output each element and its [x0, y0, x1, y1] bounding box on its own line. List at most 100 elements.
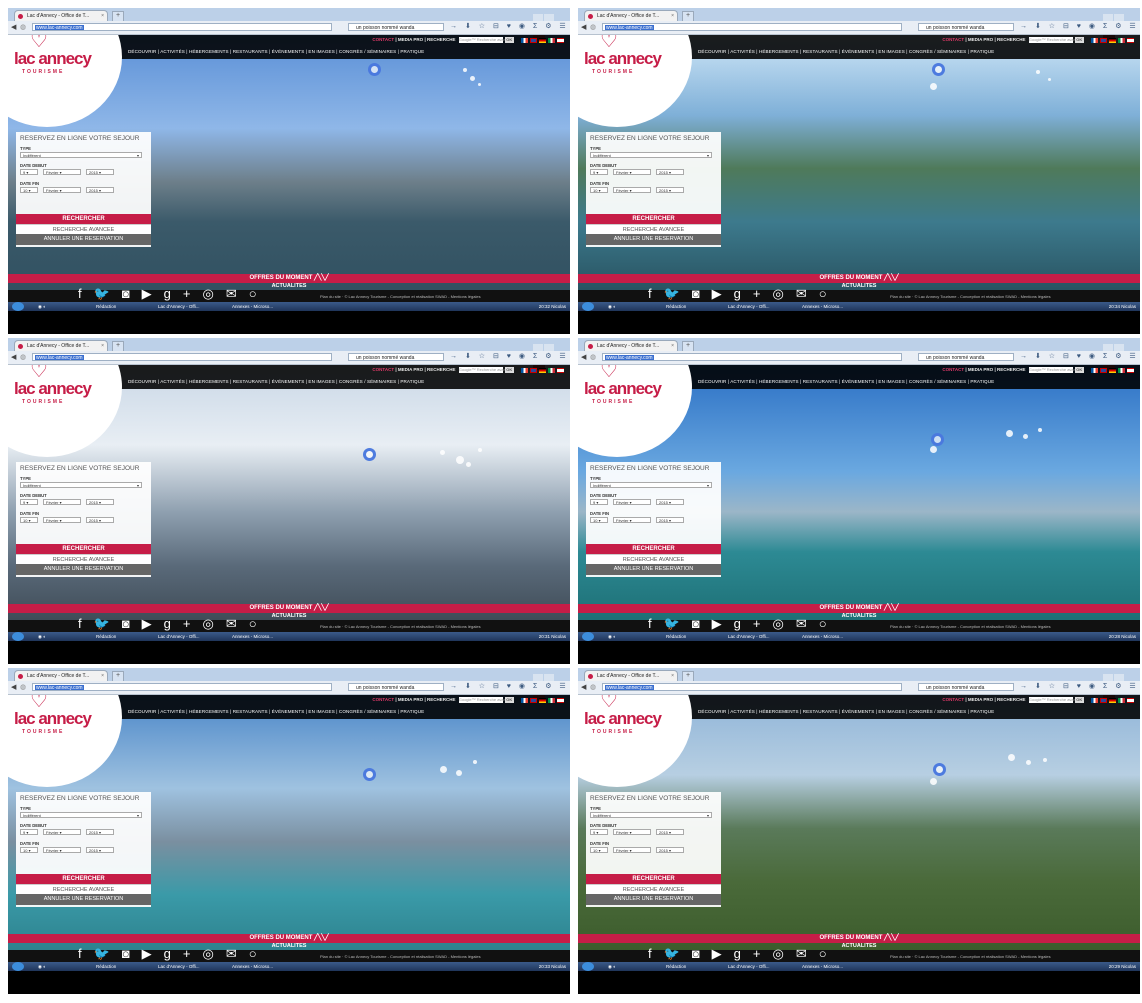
taskbar-item-annexes[interactable]: Annexes - Microso...	[802, 963, 843, 970]
weibo-icon[interactable]: ◎	[203, 286, 226, 301]
twitter-icon[interactable]: 🐦	[664, 946, 692, 961]
google-search-input[interactable]: Google™ Recherche avancé	[1028, 697, 1080, 703]
url-bar[interactable]: www.lac-annecy.com	[32, 683, 332, 691]
mail-icon[interactable]: ✉	[796, 286, 819, 301]
search-button[interactable]: RECHERCHER	[16, 874, 151, 884]
url-bar[interactable]: www.lac-annecy.com	[602, 353, 902, 361]
google-search-input[interactable]: Google™ Recherche avancé	[458, 697, 510, 703]
flag-fr-icon[interactable]	[1091, 37, 1098, 43]
ok-button[interactable]: OK	[1074, 37, 1084, 43]
logo[interactable]: ♡ lac annecy TOURISME	[8, 695, 122, 787]
search-box[interactable]: un poisson nommé wanda	[918, 353, 1014, 361]
googleplus-icon[interactable]: g+	[734, 286, 773, 301]
search-button[interactable]: RECHERCHER	[586, 214, 721, 224]
search-link[interactable]: RECHERCHE	[997, 37, 1026, 42]
start-button[interactable]	[582, 632, 594, 641]
weibo-icon[interactable]: ◎	[203, 946, 226, 961]
flag-fr-icon[interactable]	[521, 37, 528, 43]
back-icon[interactable]: ◀	[11, 683, 16, 691]
contact-link[interactable]: CONTACT	[372, 697, 394, 702]
twitter-icon[interactable]: 🐦	[94, 286, 122, 301]
search-box[interactable]: un poisson nommé wanda	[918, 23, 1014, 31]
end-year-select[interactable]: 2015 ▾	[86, 187, 114, 193]
cancel-reservation-button[interactable]: ANNULER UNE RESERVATION	[16, 564, 151, 575]
cancel-reservation-button[interactable]: ANNULER UNE RESERVATION	[586, 894, 721, 905]
close-tab-icon[interactable]: ×	[101, 671, 104, 681]
start-button[interactable]	[582, 302, 594, 311]
taskbar-item-annexes[interactable]: Annexes - Microso...	[802, 633, 843, 640]
logo[interactable]: ♡ lac annecy TOURISME	[578, 35, 692, 127]
identity-icon[interactable]: ◍	[20, 23, 26, 31]
mail-icon[interactable]: ✉	[226, 946, 249, 961]
search-button[interactable]: RECHERCHER	[586, 544, 721, 554]
youtube-icon[interactable]: ▶	[142, 616, 164, 631]
taskbar-item-redaction[interactable]: Rédaction	[666, 303, 686, 310]
google-search-input[interactable]: Google™ Recherche avancé	[458, 367, 510, 373]
end-month-select[interactable]: Février ▾	[613, 187, 651, 193]
taskbar-item-browser[interactable]: Lac d'Annecy - Offi...	[728, 633, 770, 640]
flag-other-icon[interactable]	[1127, 37, 1134, 43]
start-year-select[interactable]: 2015 ▾	[656, 169, 684, 175]
youtube-icon[interactable]: ▶	[712, 946, 734, 961]
back-icon[interactable]: ◀	[11, 353, 16, 361]
facebook-icon[interactable]: f	[78, 946, 94, 961]
google-search-input[interactable]: Google™ Recherche avancé	[1028, 367, 1080, 373]
ok-button[interactable]: OK	[504, 697, 514, 703]
end-day-select[interactable]: 10 ▾	[590, 517, 608, 523]
twitter-icon[interactable]: 🐦	[664, 616, 692, 631]
taskbar-icons[interactable]: ◉ ◐	[38, 633, 46, 640]
start-button[interactable]	[12, 302, 24, 311]
ok-button[interactable]: OK	[1074, 697, 1084, 703]
end-month-select[interactable]: Février ▾	[613, 847, 651, 853]
media-pro-link[interactable]: MEDIA PRO	[968, 367, 993, 372]
start-button[interactable]	[12, 962, 24, 971]
toolbar-icons[interactable]: → ⬇ ☆ ⊟ ♥ ◉ Σ ⚙ ☰	[450, 22, 569, 30]
start-month-select[interactable]: Février ▾	[43, 829, 81, 835]
search-box[interactable]: un poisson nommé wanda	[348, 23, 444, 31]
logo[interactable]: ♡ lac annecy TOURISME	[8, 35, 122, 127]
taskbar-item-redaction[interactable]: Rédaction	[96, 963, 116, 970]
search-icon[interactable]: ○	[249, 616, 269, 631]
flag-it-icon[interactable]	[548, 37, 555, 43]
start-year-select[interactable]: 2015 ▾	[86, 499, 114, 505]
flag-fr-icon[interactable]	[521, 697, 528, 703]
close-tab-icon[interactable]: ×	[671, 11, 674, 21]
googleplus-icon[interactable]: g+	[164, 286, 203, 301]
end-day-select[interactable]: 10 ▾	[590, 847, 608, 853]
search-button[interactable]: RECHERCHER	[586, 874, 721, 884]
url-bar[interactable]: www.lac-annecy.com	[32, 23, 332, 31]
flag-en-icon[interactable]	[530, 367, 537, 373]
facebook-icon[interactable]: f	[648, 946, 664, 961]
taskbar-item-redaction[interactable]: Rédaction	[96, 633, 116, 640]
facebook-icon[interactable]: f	[78, 286, 94, 301]
taskbar-item-browser[interactable]: Lac d'Annecy - Offi...	[158, 303, 200, 310]
contact-link[interactable]: CONTACT	[372, 367, 394, 372]
type-select[interactable]: Indifférent ▾	[20, 482, 142, 488]
start-month-select[interactable]: Février ▾	[43, 499, 81, 505]
main-menu[interactable]: DÉCOUVRIR | ACTIVITÉS | HÉBERGEMENTS | R…	[698, 709, 994, 714]
identity-icon[interactable]: ◍	[20, 353, 26, 361]
start-button[interactable]	[582, 962, 594, 971]
weibo-icon[interactable]: ◎	[773, 286, 796, 301]
weibo-icon[interactable]: ◎	[203, 616, 226, 631]
flag-it-icon[interactable]	[1118, 37, 1125, 43]
flag-de-icon[interactable]	[539, 37, 546, 43]
flag-it-icon[interactable]	[548, 367, 555, 373]
facebook-icon[interactable]: f	[648, 616, 664, 631]
back-icon[interactable]: ◀	[11, 23, 16, 31]
type-select[interactable]: Indifférent ▾	[20, 152, 142, 158]
youtube-icon[interactable]: ▶	[712, 616, 734, 631]
taskbar-icons[interactable]: ◉ ◐	[608, 633, 616, 640]
contact-link[interactable]: CONTACT	[942, 697, 964, 702]
flag-en-icon[interactable]	[1100, 697, 1107, 703]
googleplus-icon[interactable]: g+	[734, 616, 773, 631]
taskbar-item-annexes[interactable]: Annexes - Microso...	[802, 303, 843, 310]
mail-icon[interactable]: ✉	[226, 616, 249, 631]
taskbar-item-annexes[interactable]: Annexes - Microso...	[232, 633, 273, 640]
flag-de-icon[interactable]	[1109, 37, 1116, 43]
media-pro-link[interactable]: MEDIA PRO	[398, 37, 423, 42]
toolbar-icons[interactable]: → ⬇ ☆ ⊟ ♥ ◉ Σ ⚙ ☰	[450, 352, 569, 360]
search-button[interactable]: RECHERCHER	[16, 214, 151, 224]
search-button[interactable]: RECHERCHER	[16, 544, 151, 554]
twitter-icon[interactable]: 🐦	[94, 616, 122, 631]
